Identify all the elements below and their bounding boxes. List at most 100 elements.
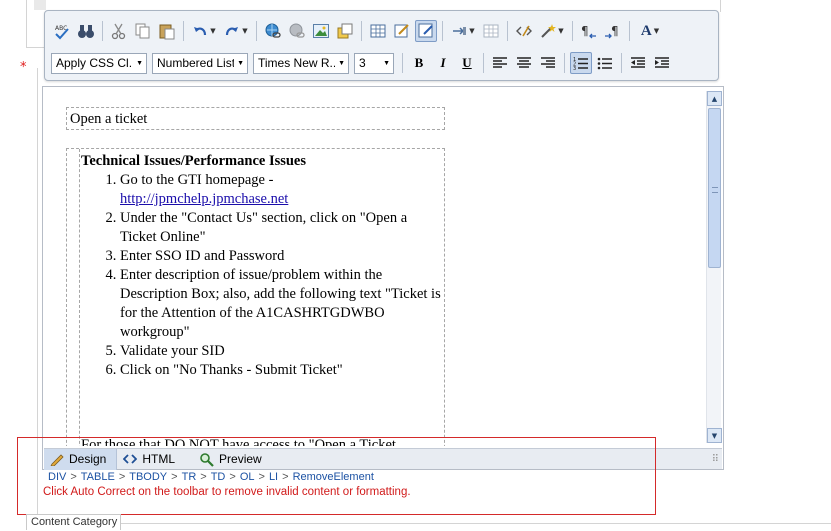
table-properties-button[interactable] — [480, 20, 502, 42]
numbered-list-button[interactable]: 123 — [570, 52, 592, 74]
toolbar-separator — [402, 53, 403, 73]
undo-button[interactable]: ▼ — [189, 20, 219, 42]
svg-text:¶: ¶ — [581, 24, 589, 38]
tab-content-category[interactable]: Content Category — [26, 514, 121, 530]
editor-scrollbar[interactable]: ▲ ▼ — [706, 91, 722, 443]
insert-element-button[interactable]: ▼ — [448, 20, 478, 42]
toolbar-separator — [621, 53, 622, 73]
rtl-direction-button[interactable]: ¶ — [602, 20, 624, 42]
bulleted-list-button[interactable] — [594, 52, 616, 74]
frame-edge — [26, 47, 46, 48]
paragraph-style-dropdown[interactable]: Numbered List ▼ — [152, 52, 248, 74]
instructions-table-cell[interactable]: Technical Issues/Performance Issues Go t… — [79, 149, 445, 446]
insert-image-button[interactable] — [310, 20, 332, 42]
instructions-table[interactable]: Technical Issues/Performance Issues Go t… — [66, 148, 445, 446]
toolbar-separator — [442, 21, 443, 41]
redo-button[interactable]: ▼ — [221, 20, 251, 42]
paste-button[interactable] — [156, 20, 178, 42]
outdent-icon — [631, 57, 645, 68]
align-left-icon — [493, 57, 507, 68]
gti-homepage-link[interactable]: http://jpmchelp.jpmchase.net — [120, 191, 288, 207]
media-icon — [337, 23, 353, 39]
frame-edge — [26, 0, 27, 48]
scroll-down-button[interactable]: ▼ — [707, 428, 722, 443]
scroll-up-button[interactable]: ▲ — [707, 91, 722, 106]
insert-table-button[interactable] — [367, 20, 389, 42]
redo-icon — [226, 27, 239, 36]
font-size-dropdown[interactable]: 3 ▼ — [354, 52, 394, 74]
steps-list: Go to the GTI homepage - http://jpmchelp.… — [80, 171, 444, 380]
edit-form-button[interactable] — [391, 20, 413, 42]
spellcheck-icon: ABC — [55, 25, 69, 40]
chevron-down-icon: ▼ — [338, 59, 345, 67]
align-center-icon — [517, 57, 531, 68]
toolbar-row-2: Apply CSS Cl... ▼ Numbered List ▼ Times Ne… — [51, 51, 673, 75]
remove-link-button[interactable] — [286, 20, 308, 42]
required-marker: * — [20, 60, 27, 75]
underline-button[interactable]: U — [456, 52, 478, 74]
font-color-button[interactable]: A ▼ — [635, 20, 665, 42]
align-right-icon — [541, 57, 555, 68]
source-tag-button[interactable] — [513, 20, 535, 42]
editor-toolbar: ABC ▼ ▼ ▼ ▼ ¶ ¶ A ▼ Apply CSS Cl... ▼ Nu… — [44, 10, 719, 81]
toolbar-separator — [572, 21, 573, 41]
window-corner — [34, 0, 46, 10]
design-view-toggle-button[interactable] — [415, 20, 437, 42]
toolbar-separator — [629, 21, 630, 41]
chevron-down-icon: ▼ — [383, 59, 390, 67]
numbered-list-icon: 123 — [573, 57, 588, 70]
align-center-button[interactable] — [513, 52, 535, 74]
hyperlink-button[interactable] — [262, 20, 284, 42]
list-item[interactable]: Under the "Contact Us" section, click on… — [120, 209, 444, 247]
highlight-annotation-box — [17, 437, 656, 515]
form-edit-icon — [394, 24, 409, 38]
italic-button[interactable]: I — [432, 52, 454, 74]
chevron-down-icon: ▼ — [136, 59, 143, 67]
list-item[interactable]: Enter SSO ID and Password — [120, 247, 444, 266]
list-item[interactable]: Validate your SID — [120, 342, 444, 361]
align-right-button[interactable] — [537, 52, 559, 74]
bold-button[interactable]: B — [408, 52, 430, 74]
image-icon — [313, 24, 329, 38]
css-class-dropdown[interactable]: Apply CSS Cl... ▼ — [51, 52, 147, 74]
ticket-title-cell[interactable]: Open a ticket — [66, 107, 445, 130]
ltr-direction-button[interactable]: ¶ — [578, 20, 600, 42]
table-icon — [370, 24, 386, 38]
svg-text:3: 3 — [573, 66, 576, 70]
find-replace-button[interactable] — [75, 20, 97, 42]
chevron-down-icon: ▼ — [711, 431, 718, 440]
table-disabled-icon — [483, 24, 499, 38]
toolbar-separator — [564, 53, 565, 73]
frame-edge — [720, 0, 721, 12]
list-item[interactable]: Go to the GTI homepage - http://jpmchelp.… — [120, 171, 444, 209]
unlink-icon — [289, 23, 305, 38]
insert-media-button[interactable] — [334, 20, 356, 42]
section-heading: Technical Issues/Performance Issues — [81, 153, 307, 169]
frame-edge — [121, 523, 831, 524]
copy-icon — [135, 23, 150, 39]
toolbar-separator — [183, 21, 184, 41]
paragraph-style-value: Numbered List — [157, 56, 235, 70]
align-left-button[interactable] — [489, 52, 511, 74]
insert-element-icon — [453, 27, 467, 35]
cut-button[interactable] — [108, 20, 130, 42]
globe-link-icon — [265, 23, 281, 38]
auto-correct-button[interactable]: ▼ — [537, 20, 567, 42]
chevron-up-icon: ▲ — [711, 94, 718, 103]
scissors-icon — [111, 23, 126, 40]
toolbar-separator — [483, 53, 484, 73]
paragraph-rtl-icon: ¶ — [605, 24, 619, 39]
toolbar-separator — [507, 21, 508, 41]
bulleted-list-icon — [597, 57, 612, 70]
indent-button[interactable] — [651, 52, 673, 74]
list-item[interactable]: Enter description of issue/problem withi… — [120, 266, 444, 342]
font-name-dropdown[interactable]: Times New R... ▼ — [253, 52, 349, 74]
scrollbar-thumb[interactable] — [708, 108, 721, 268]
spellcheck-button[interactable]: ABC — [51, 20, 73, 42]
css-class-value: Apply CSS Cl... — [56, 56, 134, 70]
editor-content-area[interactable]: Open a ticket Technical Issues/Performan… — [44, 88, 707, 446]
outdent-button[interactable] — [627, 52, 649, 74]
resize-handle-icon[interactable]: ⠿ — [712, 454, 719, 465]
list-item[interactable]: Click on "No Thanks - Submit Ticket" — [120, 361, 444, 380]
copy-button[interactable] — [132, 20, 154, 42]
